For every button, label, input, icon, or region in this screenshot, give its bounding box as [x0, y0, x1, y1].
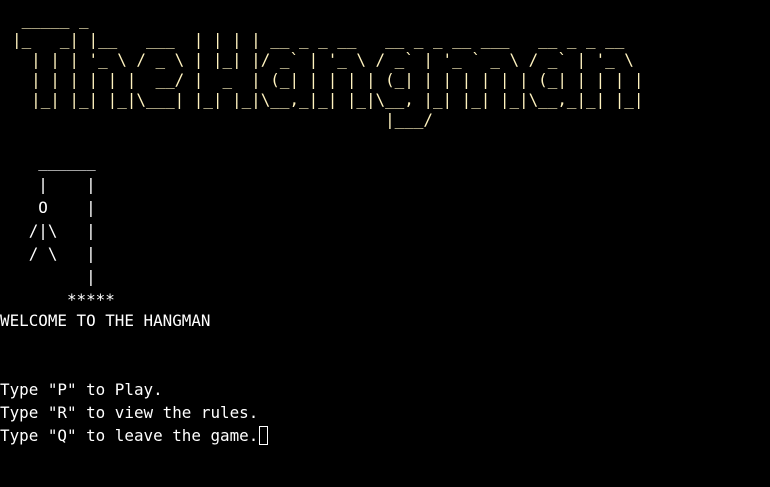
menu-option-rules: Type "R" to view the rules. — [0, 403, 259, 422]
banner-line: _____ _ — [12, 10, 472, 29]
terminal-window[interactable]: _____ _ |_ _| |__ ___ | | | | __ _ _ __ … — [0, 0, 770, 487]
menu-option-play: Type "P" to Play. — [0, 380, 163, 399]
gallows-line: | | — [0, 175, 96, 194]
gallows-line: | — [0, 267, 96, 286]
banner-line: | | | '_ \ / _ \ | |_| |/ _` | '_ \ / _`… — [12, 50, 644, 69]
banner-line: | | | | | | __/ | _ | (_| | | | | (_| | … — [12, 70, 644, 89]
menu-option-quit: Type "Q" to leave the game. — [0, 426, 259, 445]
gallows-line: / \ | — [0, 244, 96, 263]
welcome-message: WELCOME TO THE HANGMAN — [0, 311, 211, 330]
menu-option-quit-row: Type "Q" to leave the game. — [0, 424, 269, 447]
gallows-line: O | — [0, 198, 96, 217]
banner-line: |___/ — [12, 110, 644, 129]
banner-line: |_| |_| |_|\___| |_| |_|\__,_|_| |_|\__,… — [12, 90, 644, 109]
text-cursor[interactable] — [259, 426, 269, 445]
gallows-line: ***** — [0, 290, 115, 309]
title-banner-ascii-art: _____ _ |_ _| |__ ___ | | | | __ _ _ __ … — [12, 10, 643, 130]
gallows-line: /|\ | — [0, 221, 96, 240]
gallows-ascii-art: ______ | | O | /|\ | / \ | | ***** — [0, 150, 115, 311]
banner-line: |_ _| |__ ___ | | | | __ _ _ __ __ _ _ _… — [12, 30, 644, 49]
gallows-line: ______ — [0, 152, 96, 171]
